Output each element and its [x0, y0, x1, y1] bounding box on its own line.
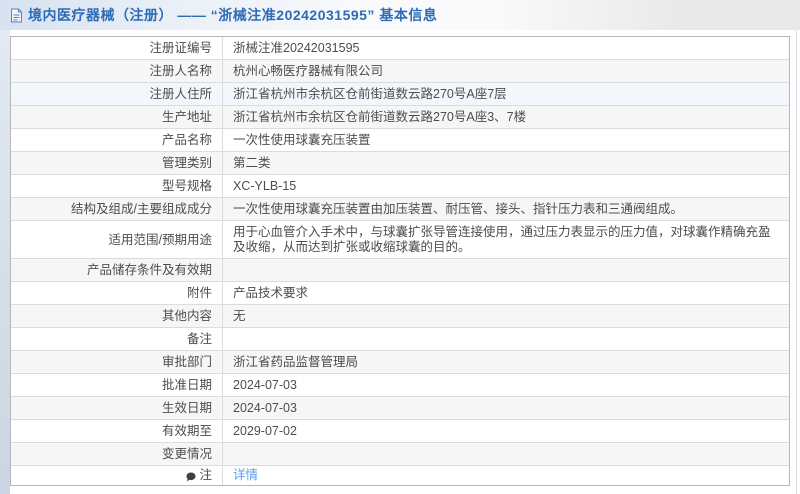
row-label: 批准日期	[11, 374, 223, 396]
row-label: 适用范围/预期用途	[11, 221, 223, 258]
row-value	[223, 443, 789, 465]
table-row-storage-validity: 产品储存条件及有效期	[11, 258, 789, 281]
table-row-remarks: 备注	[11, 327, 789, 350]
row-label: 型号规格	[11, 175, 223, 197]
row-label: 变更情况	[11, 443, 223, 465]
row-label: 产品名称	[11, 129, 223, 151]
row-value: 2024-07-03	[233, 378, 297, 392]
row-label: 审批部门	[11, 351, 223, 373]
row-label: 产品储存条件及有效期	[11, 259, 223, 281]
row-value: 产品技术要求	[233, 286, 309, 300]
row-value: 浙江省药品监督管理局	[233, 355, 359, 369]
page-title: 境内医疗器械（注册） —— “浙械注准20242031595” 基本信息	[28, 7, 438, 23]
row-value: 一次性使用球囊充压装置	[233, 133, 371, 147]
row-label: 生效日期	[11, 397, 223, 419]
row-value: 杭州心畅医疗器械有限公司	[233, 64, 384, 78]
row-value: 详情	[223, 466, 789, 485]
left-margin-strip	[0, 30, 10, 494]
row-value: 第二类	[233, 156, 271, 170]
row-value: 2029-07-02	[233, 424, 297, 438]
document-icon	[10, 8, 23, 23]
table-row-management-class: 管理类别 第二类	[11, 151, 789, 174]
table-row-approval-department: 审批部门 浙江省药品监督管理局	[11, 350, 789, 373]
row-value	[223, 328, 789, 350]
row-value: 2024-07-03	[233, 401, 297, 415]
note-label: 注	[199, 468, 212, 482]
row-label: 管理类别	[11, 152, 223, 174]
device-info-table: 注册证编号 浙械注准20242031595 注册人名称 杭州心畅医疗器械有限公司…	[10, 36, 790, 486]
table-row-reg-cert-no: 注册证编号 浙械注准20242031595	[11, 37, 789, 59]
row-label: 附件	[11, 282, 223, 304]
row-label: 注册人名称	[11, 60, 223, 82]
row-label: 结构及组成/主要组成成分	[11, 198, 223, 220]
row-value	[223, 259, 789, 281]
row-value: 无	[233, 309, 246, 323]
row-value: 浙械注准20242031595	[233, 41, 360, 55]
table-row-structure-composition: 结构及组成/主要组成成分 一次性使用球囊充压装置由加压装置、耐压管、接头、指针压…	[11, 197, 789, 220]
row-label: 备注	[11, 328, 223, 350]
table-row-other-content: 其他内容 无	[11, 304, 789, 327]
note-bubble-icon	[186, 471, 196, 481]
page-header: 境内医疗器械（注册） —— “浙械注准20242031595” 基本信息	[0, 0, 800, 30]
table-row-expiry-date: 有效期至 2029-07-02	[11, 419, 789, 442]
row-label: 其他内容	[11, 305, 223, 327]
table-row-approval-date: 批准日期 2024-07-03	[11, 373, 789, 396]
registration-info-page: 境内医疗器械（注册） —— “浙械注准20242031595” 基本信息 注册证…	[0, 0, 800, 494]
table-row-registrant-name: 注册人名称 杭州心畅医疗器械有限公司	[11, 59, 789, 82]
row-label: 注	[11, 466, 223, 485]
table-row-attachment: 附件 产品技术要求	[11, 281, 789, 304]
table-row-effective-date: 生效日期 2024-07-03	[11, 396, 789, 419]
row-value: 浙江省杭州市余杭区仓前街道数云路270号A座3、7楼	[233, 110, 527, 124]
row-label: 注册证编号	[11, 37, 223, 59]
row-label: 注册人住所	[11, 83, 223, 105]
right-edge-line	[796, 30, 797, 494]
table-row-production-address: 生产地址 浙江省杭州市余杭区仓前街道数云路270号A座3、7楼	[11, 105, 789, 128]
row-label: 有效期至	[11, 420, 223, 442]
table-row-intended-use: 适用范围/预期用途 用于心血管介入手术中，与球囊扩张导管连接使用，通过压力表显示…	[11, 220, 789, 258]
detail-link[interactable]: 详情	[233, 468, 258, 483]
row-value: 一次性使用球囊充压装置由加压装置、耐压管、接头、指针压力表和三通阀组成。	[233, 202, 684, 216]
row-label: 生产地址	[11, 106, 223, 128]
row-value: XC-YLB-15	[233, 179, 297, 193]
row-value: 用于心血管介入手术中，与球囊扩张导管连接使用，通过压力表显示的压力值，对球囊作精…	[233, 225, 771, 254]
table-row-registrant-address: 注册人住所 浙江省杭州市余杭区仓前街道数云路270号A座7层	[11, 82, 789, 105]
table-row-note: 注 详情	[11, 465, 789, 485]
table-row-change-status: 变更情况	[11, 442, 789, 465]
table-row-product-name: 产品名称 一次性使用球囊充压装置	[11, 128, 789, 151]
table-row-model-spec: 型号规格 XC-YLB-15	[11, 174, 789, 197]
row-value: 浙江省杭州市余杭区仓前街道数云路270号A座7层	[233, 87, 507, 101]
